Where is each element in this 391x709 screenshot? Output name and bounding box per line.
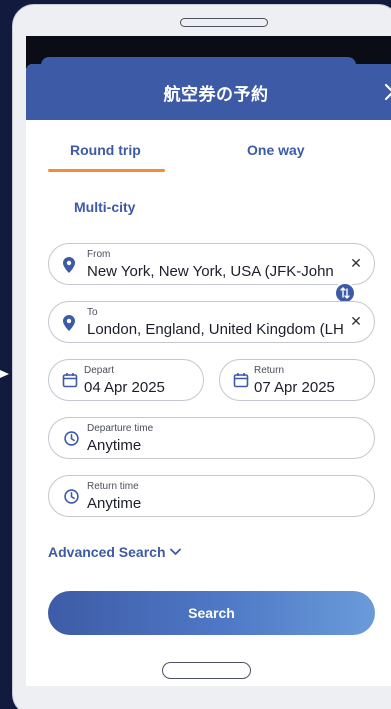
active-tab-underline <box>48 169 165 172</box>
tab-round-trip[interactable]: Round trip <box>70 142 141 158</box>
depart-label: Depart <box>84 365 115 376</box>
modal-header: 航空券の予約 <box>26 64 391 120</box>
departure-time-field[interactable]: Departure time Anytime <box>48 417 375 459</box>
location-pin-icon <box>63 257 75 273</box>
home-indicator <box>162 662 251 679</box>
depart-value: 04 Apr 2025 <box>84 379 165 396</box>
calendar-icon <box>233 373 249 388</box>
from-value: New York, New York, USA (JFK-John <box>87 263 334 280</box>
close-button[interactable] <box>380 79 391 105</box>
search-button[interactable]: Search <box>48 591 375 635</box>
location-pin-icon <box>63 315 75 331</box>
return-date-field[interactable]: Return 07 Apr 2025 <box>219 359 375 401</box>
flight-booking-modal: 航空券の予約 Round trip One way Multi-city Fro… <box>26 64 391 686</box>
return-time-field[interactable]: Return time Anytime <box>48 475 375 517</box>
swap-icon <box>340 287 350 299</box>
return-label: Return <box>254 365 285 376</box>
chevron-down-icon <box>169 548 181 555</box>
advanced-search-toggle[interactable]: Advanced Search <box>48 544 181 560</box>
close-icon <box>384 83 391 101</box>
top-notch <box>180 18 268 27</box>
to-label: To <box>87 307 98 318</box>
departure-time-label: Departure time <box>87 423 154 434</box>
return-value: 07 Apr 2025 <box>254 379 335 396</box>
from-field[interactable]: From New York, New York, USA (JFK-John ✕ <box>48 243 375 285</box>
left-arrow-icon <box>0 370 9 378</box>
tab-multi-city[interactable]: Multi-city <box>74 199 135 215</box>
phone-frame: 航空券の予約 Round trip One way Multi-city Fro… <box>12 4 391 709</box>
return-time-label: Return time <box>87 481 139 492</box>
phone-screen: 航空券の予約 Round trip One way Multi-city Fro… <box>26 36 391 686</box>
modal-title: 航空券の予約 <box>163 84 269 105</box>
clear-to-button[interactable]: ✕ <box>348 314 364 330</box>
clear-from-button[interactable]: ✕ <box>348 256 364 272</box>
clock-icon <box>64 431 79 446</box>
return-time-value: Anytime <box>87 495 142 512</box>
advanced-search-label: Advanced Search <box>48 544 166 560</box>
depart-date-field[interactable]: Depart 04 Apr 2025 <box>48 359 204 401</box>
to-value: London, England, United Kingdom (LH <box>87 321 343 338</box>
page: 航空券の予約 Round trip One way Multi-city Fro… <box>0 0 391 709</box>
calendar-icon <box>62 373 78 388</box>
to-field[interactable]: To London, England, United Kingdom (LH ✕ <box>48 301 375 343</box>
tab-one-way[interactable]: One way <box>247 142 305 158</box>
from-label: From <box>87 249 111 260</box>
departure-time-value: Anytime <box>87 437 142 454</box>
clock-icon <box>64 489 79 504</box>
